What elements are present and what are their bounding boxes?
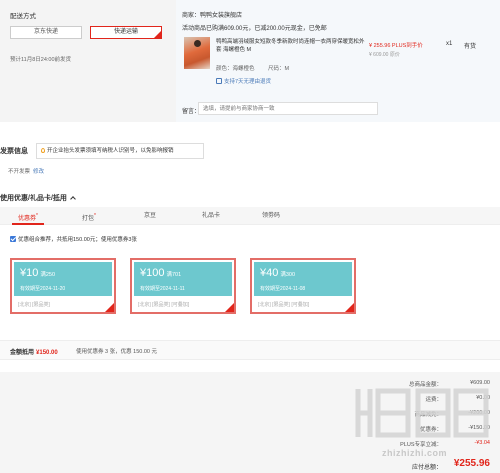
coupon-amount: ¥40 满300 [260, 267, 296, 279]
shipping-option-jd[interactable]: 京东快递 [10, 26, 82, 39]
product-size: 尺码：M [268, 66, 290, 72]
shipping-date-note: 预计11月8日24:00前发货 [10, 57, 72, 63]
invoice-title: 发票信息 [0, 148, 28, 155]
shipping-title: 配送方式 [10, 13, 36, 20]
tab-coupon-code[interactable]: 领劵码 [256, 207, 286, 225]
tab-jd-beans[interactable]: 京豆 [136, 207, 164, 225]
coupon-validity: 有效期至2024-11-11 [140, 286, 185, 292]
checkbox-checked-icon[interactable] [10, 236, 16, 242]
invoice-tip: 开企业抬头发票须填写纳税人识别号，以免影响报销 [36, 143, 204, 159]
seller-name[interactable]: 商家：鸭鸭女装旗舰店 [182, 10, 242, 19]
summary-detail: 使用优惠券 3 张，优惠 150.00 元 [76, 349, 157, 355]
return-policy[interactable]: 支持7天无理由退货 [216, 77, 271, 85]
watermark-text: zhizhizhi.com [382, 448, 447, 458]
invoice-status: 不开发票 修改 [8, 169, 45, 175]
tab-coupons[interactable]: 优惠券* [10, 207, 46, 225]
shipping-option-express[interactable]: 快递运输 [90, 26, 162, 39]
discount-title[interactable]: 使用优惠/礼品卡/抵用 [0, 193, 76, 203]
product-original-price: ¥ 609.00 原价 [369, 52, 400, 58]
remark-input[interactable] [198, 102, 378, 115]
location-pin-icon [41, 148, 45, 153]
tab-package[interactable]: 打包* [74, 207, 104, 225]
promo-note: 活动商品已购满609.00元，已减200.00元现金，已免邮 [182, 26, 327, 32]
coupon-card[interactable]: ¥10 满250 有效期至2024-11-20 [北京] [限品类] [10, 258, 116, 314]
product-thumbnail[interactable] [184, 37, 210, 69]
product-name[interactable]: 鸭鸭高端羽绒服女短款冬季新款时尚连帽一衣两穿保暖宽松外套 海螺橙色 M [216, 38, 366, 54]
stock-status: 有货 [464, 44, 477, 50]
watermark-logo [355, 388, 489, 438]
order-panel: 商家：鸭鸭女装旗舰店 活动商品已购满609.00元，已减200.00元现金，已免… [176, 0, 500, 122]
coupon-amount: ¥100 满701 [140, 267, 182, 279]
product-quantity: x1 [446, 41, 453, 47]
coupon-card[interactable]: ¥100 满701 有效期至2024-11-11 [北京] [限品类] [可叠加] [130, 258, 236, 314]
discount-summary: 金额抵用 ¥150.00 使用优惠券 3 张，优惠 150.00 元 [0, 340, 500, 360]
coupon-validity: 有效期至2024-11-08 [260, 286, 306, 292]
coupon-tags: [北京] [限品类] [可叠加] [258, 302, 310, 308]
combo-recommend[interactable]: 优惠组合推荐，共抵用150.00元；使用优惠券3张 [10, 235, 137, 243]
invoice-edit-link[interactable]: 修改 [33, 169, 44, 175]
chevron-up-icon[interactable] [70, 196, 76, 202]
coupon-tags: [北京] [限品类] [可叠加] [138, 302, 190, 308]
coupon-tags: [北京] [限品类] [18, 302, 50, 308]
return-icon [216, 78, 222, 84]
product-price: ¥ 255.96 PLUS到手价 [369, 43, 423, 49]
pay-total-label: 应付总额： [411, 465, 442, 471]
product-color: 颜色：海螺橙色 [216, 66, 255, 72]
coupon-card[interactable]: ¥40 满300 有效期至2024-11-08 [北京] [限品类] [可叠加] [250, 258, 356, 314]
tab-gift-card[interactable]: 礼品卡 [196, 207, 226, 225]
coupon-validity: 有效期至2024-11-20 [20, 286, 66, 292]
discount-tabs: 优惠券* 打包* 京豆 礼品卡 领劵码 [0, 207, 500, 225]
pay-total-value: ¥255.96 [453, 458, 490, 469]
shipping-panel: 配送方式 京东快递 快递运输 预计11月8日24:00前发货 [0, 0, 176, 122]
summary-label: 金额抵用 ¥150.00 [10, 350, 58, 356]
coupon-amount: ¥10 满250 [20, 267, 56, 279]
